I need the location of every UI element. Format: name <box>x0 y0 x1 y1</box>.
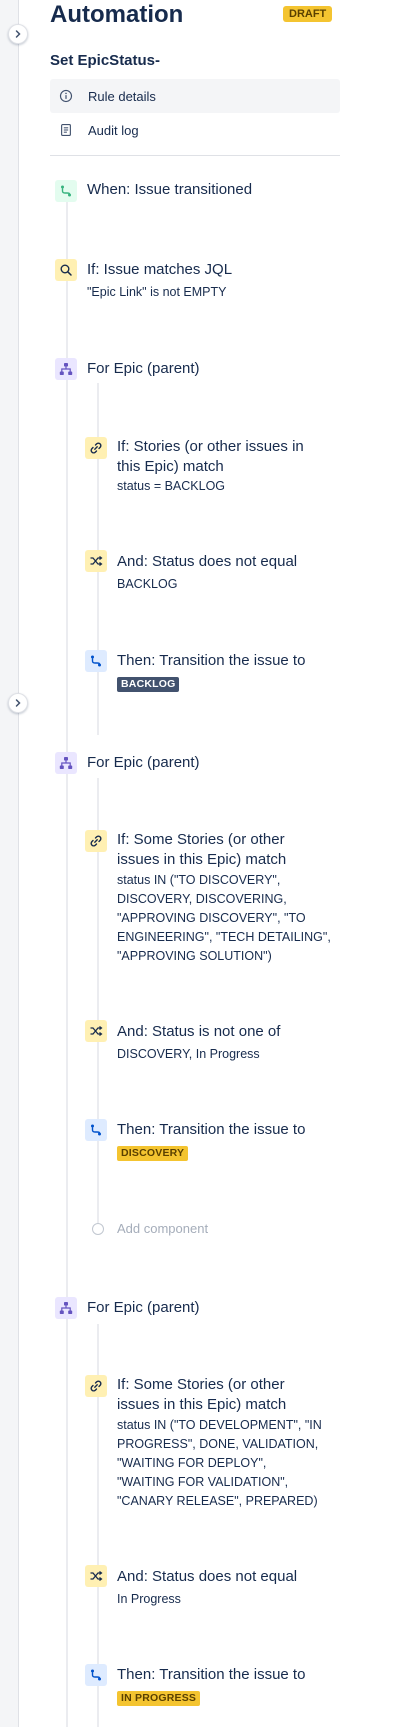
trigger-icon <box>55 180 77 202</box>
transition-icon <box>85 1664 107 1686</box>
transition-icon <box>85 1119 107 1141</box>
related-condition-title-cont[interactable]: issues in this Epic) match <box>117 1395 286 1415</box>
related-condition-detail: status = BACKLOG <box>117 479 226 493</box>
related-condition-title[interactable]: If: Some Stories (or other <box>117 830 285 850</box>
branch-title[interactable]: For Epic (parent) <box>87 1298 200 1318</box>
related-condition-detail: "WAITING FOR VALIDATION", <box>117 1475 289 1489</box>
status-condition-title[interactable]: And: Status does not equal <box>117 1567 297 1587</box>
related-condition-detail: PROGRESS", DONE, VALIDATION, <box>117 1437 319 1451</box>
condition-title[interactable]: If: Issue matches JQL <box>87 260 232 280</box>
related-condition-title-cont[interactable]: issues in this Epic) match <box>117 850 286 870</box>
status-condition-detail: BACKLOG <box>117 577 178 591</box>
related-condition-detail: "APPROVING SOLUTION") <box>117 949 272 963</box>
related-condition-detail: status IN ("TO DEVELOPMENT", "IN <box>117 1418 322 1432</box>
link-icon <box>85 830 107 852</box>
related-condition-detail: "WAITING FOR DEPLOY", <box>117 1456 267 1470</box>
transition-action-title[interactable]: Then: Transition the issue to <box>117 651 305 671</box>
related-condition-detail: "CANARY RELEASE", PREPARED) <box>117 1494 318 1508</box>
nav-item-label: Audit log <box>88 122 139 138</box>
left-sidebar-gutter <box>0 0 19 1727</box>
nav-audit-log[interactable]: Audit log <box>50 113 340 147</box>
transition-action-title[interactable]: Then: Transition the issue to <box>117 1665 305 1685</box>
chevron-right-icon <box>15 30 21 38</box>
status-lozenge: IN PROGRESS <box>117 1691 201 1706</box>
shuffle-icon <box>85 1565 107 1587</box>
flow-connector <box>66 200 68 1727</box>
search-icon <box>55 259 77 281</box>
related-condition-detail: DISCOVERY, DISCOVERING, <box>117 892 287 906</box>
transition-action-title[interactable]: Then: Transition the issue to <box>117 1120 305 1140</box>
transition-icon <box>85 650 107 672</box>
document-icon <box>58 122 74 138</box>
related-condition-title-cont[interactable]: this Epic) match <box>117 457 224 477</box>
shuffle-icon <box>85 550 107 572</box>
branch-title[interactable]: For Epic (parent) <box>87 753 200 773</box>
status-condition-detail: DISCOVERY, In Progress <box>117 1047 260 1061</box>
related-condition-detail: "APPROVING DISCOVERY", "TO <box>117 911 306 925</box>
related-condition-title[interactable]: If: Some Stories (or other <box>117 1375 285 1395</box>
draft-badge: DRAFT <box>283 6 333 22</box>
divider <box>50 155 340 156</box>
trigger-title[interactable]: When: Issue transitioned <box>87 180 252 200</box>
related-condition-detail: ENGINEERING", "TECH DETAILING", <box>117 930 331 944</box>
branch-icon <box>55 1297 77 1319</box>
link-icon <box>85 437 107 459</box>
expand-sidebar-button[interactable] <box>8 24 28 44</box>
shuffle-icon <box>85 1020 107 1042</box>
add-component-button[interactable]: Add component <box>117 1221 208 1236</box>
expand-panel-button[interactable] <box>8 693 28 713</box>
page-title: Automation <box>50 1 184 28</box>
branch-icon <box>55 358 77 380</box>
info-icon <box>58 88 74 104</box>
link-icon <box>85 1375 107 1397</box>
add-component-dot[interactable] <box>92 1223 104 1235</box>
nav-rule-details[interactable]: Rule details <box>50 79 340 113</box>
rule-name: Set EpicStatus- <box>50 52 161 69</box>
status-condition-title[interactable]: And: Status does not equal <box>117 552 297 572</box>
branch-title[interactable]: For Epic (parent) <box>87 359 200 379</box>
chevron-right-icon <box>15 699 21 707</box>
nav-item-label: Rule details <box>88 88 156 104</box>
related-condition-detail: status IN ("TO DISCOVERY", <box>117 873 281 887</box>
status-lozenge: BACKLOG <box>117 677 180 692</box>
status-condition-detail: In Progress <box>117 1592 181 1606</box>
status-condition-title[interactable]: And: Status is not one of <box>117 1022 280 1042</box>
status-lozenge: DISCOVERY <box>117 1146 189 1161</box>
related-condition-title[interactable]: If: Stories (or other issues in <box>117 437 304 457</box>
condition-detail: "Epic Link" is not EMPTY <box>87 285 227 299</box>
branch-icon <box>55 752 77 774</box>
